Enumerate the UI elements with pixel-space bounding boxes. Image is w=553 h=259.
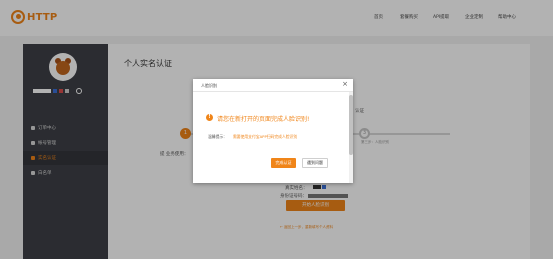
encountered-problem-button[interactable]: 遇到问题: [302, 158, 328, 168]
dialog-scrollbar-thumb[interactable]: [349, 95, 353, 155]
dialog-warning-text: 请您在新打开的页面完成人脸识别!: [217, 116, 310, 123]
dialog-title: 人脸识别: [201, 83, 217, 88]
complete-auth-button[interactable]: 完成认证: [271, 158, 296, 168]
tip-label: 温馨提示：: [208, 134, 227, 139]
close-icon[interactable]: ×: [342, 80, 348, 88]
face-recognition-dialog: 人脸识别 × ! 请您在新打开的页面完成人脸识别! 温馨提示： 需要使用支付宝A…: [193, 79, 353, 183]
dialog-divider: [193, 91, 353, 92]
warning-icon: !: [206, 114, 213, 121]
tip-text: 需要使用支付宝APP扫码完成人脸识别: [233, 134, 298, 139]
